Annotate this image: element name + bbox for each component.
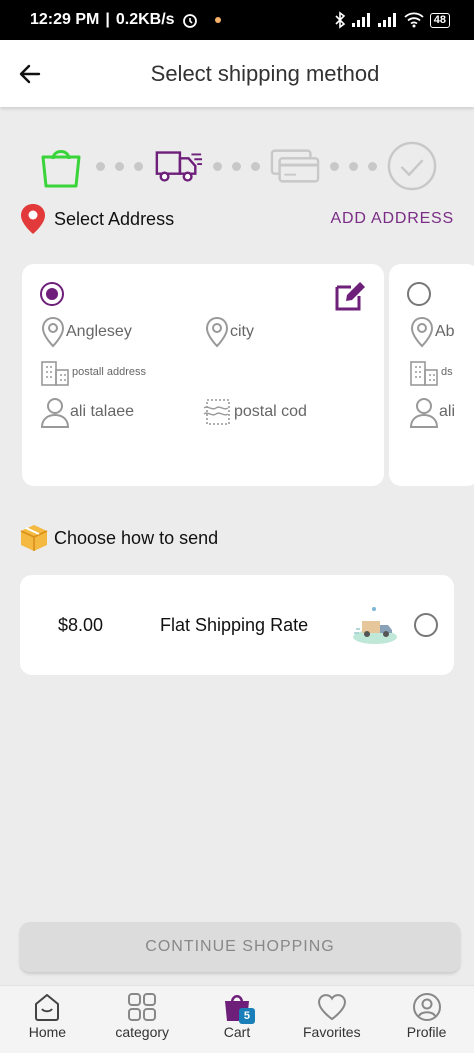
category-icon	[128, 993, 157, 1021]
location-outline-icon	[410, 316, 434, 348]
shipping-option-radio[interactable]	[414, 613, 438, 637]
step-confirm	[387, 141, 437, 191]
address-radio-selected[interactable]	[40, 282, 64, 306]
delivery-truck-illustration	[350, 599, 400, 654]
postal-address-field: postall address	[38, 358, 146, 386]
bottom-navigation: Home category 5 Cart Favorites Profile	[0, 985, 474, 1053]
profile-icon	[412, 993, 441, 1021]
home-icon	[35, 994, 60, 1021]
building-icon	[410, 361, 438, 386]
step-connector	[86, 161, 153, 171]
back-button[interactable]	[14, 58, 46, 90]
step-connector-3	[320, 161, 387, 171]
wifi-icon	[404, 12, 424, 28]
credit-card-icon	[270, 149, 320, 183]
address-card[interactable]: Anglesey city postall address ali talaee…	[22, 264, 384, 486]
edit-address-button[interactable]	[334, 280, 366, 317]
location-pin-icon	[21, 204, 45, 234]
postal-address-field-2: ds	[407, 358, 453, 386]
recipient-name-field-2: ali	[409, 396, 455, 428]
nav-category[interactable]: category	[95, 986, 190, 1053]
bluetooth-icon	[335, 11, 345, 29]
address-card-2[interactable]: Ab ds ali	[389, 264, 474, 486]
address-city-field: Anglesey	[40, 316, 132, 348]
stamp-icon	[203, 399, 230, 425]
alarm-icon	[182, 14, 197, 28]
add-address-button[interactable]: ADD ADDRESS	[331, 210, 455, 228]
arrow-left-icon	[19, 64, 41, 84]
postal-code-field: postal cod	[202, 396, 307, 428]
truck-icon	[155, 151, 203, 182]
step-shipping	[153, 141, 203, 191]
building-icon	[41, 361, 69, 386]
delivery-truck-icon	[353, 607, 397, 644]
recipient-name-field: ali talaee	[40, 396, 134, 428]
shipping-section-header: Choose how to send	[18, 522, 218, 554]
status-speed: 0.2KB/s	[115, 11, 175, 28]
nav-cart-label: Cart	[223, 1024, 251, 1040]
package-icon	[20, 525, 48, 551]
page-title: Select shipping method	[150, 60, 380, 86]
shipping-price: $8.00	[58, 614, 104, 635]
nav-favorites[interactable]: Favorites	[284, 986, 379, 1053]
nav-category-label: category	[115, 1024, 170, 1040]
user-icon	[40, 398, 70, 428]
shipping-section-title: Choose how to send	[54, 527, 219, 548]
nav-cart[interactable]: 5 Cart	[190, 986, 285, 1053]
step-connector-2	[203, 161, 270, 171]
checkout-stepper	[36, 140, 446, 192]
user-icon	[409, 398, 439, 428]
nav-favorites-label: Favorites	[303, 1024, 361, 1040]
battery-indicator: 48	[429, 12, 450, 28]
status-bar: 12:29 PM | 0.2KB/s 48	[0, 0, 474, 40]
signal-icon	[351, 13, 370, 27]
address-section-header: Select Address ADD ADDRESS	[20, 202, 454, 236]
address-radio-2[interactable]	[407, 282, 431, 306]
continue-shopping-button[interactable]: CONTINUE SHOPPING	[20, 922, 460, 972]
shipping-option-card[interactable]: $8.00 Flat Shipping Rate	[20, 575, 454, 675]
address-section-title: Select Address	[54, 208, 175, 229]
shopping-bag-icon	[41, 150, 81, 188]
status-time: 12:29 PM	[30, 11, 100, 28]
step-cart	[36, 141, 86, 191]
notification-dot-icon	[214, 17, 221, 23]
step-payment	[270, 141, 320, 191]
address-city-field-2: Ab	[409, 316, 455, 348]
nav-home-label: Home	[28, 1024, 67, 1040]
shipping-method-name: Flat Shipping Rate	[160, 614, 309, 635]
signal-icon-2	[377, 13, 396, 27]
location-outline-icon	[205, 316, 229, 348]
location-outline-icon	[41, 316, 65, 348]
edit-icon	[335, 282, 365, 311]
cart-count-badge: 5	[238, 1008, 255, 1024]
app-header: Select shipping method	[0, 40, 474, 107]
heart-icon	[317, 994, 346, 1021]
nav-home[interactable]: Home	[0, 986, 95, 1053]
check-circle-icon	[387, 141, 437, 191]
address-city-label-field: city	[204, 316, 254, 348]
nav-profile-label: Profile	[406, 1024, 447, 1040]
nav-profile[interactable]: Profile	[379, 986, 474, 1053]
